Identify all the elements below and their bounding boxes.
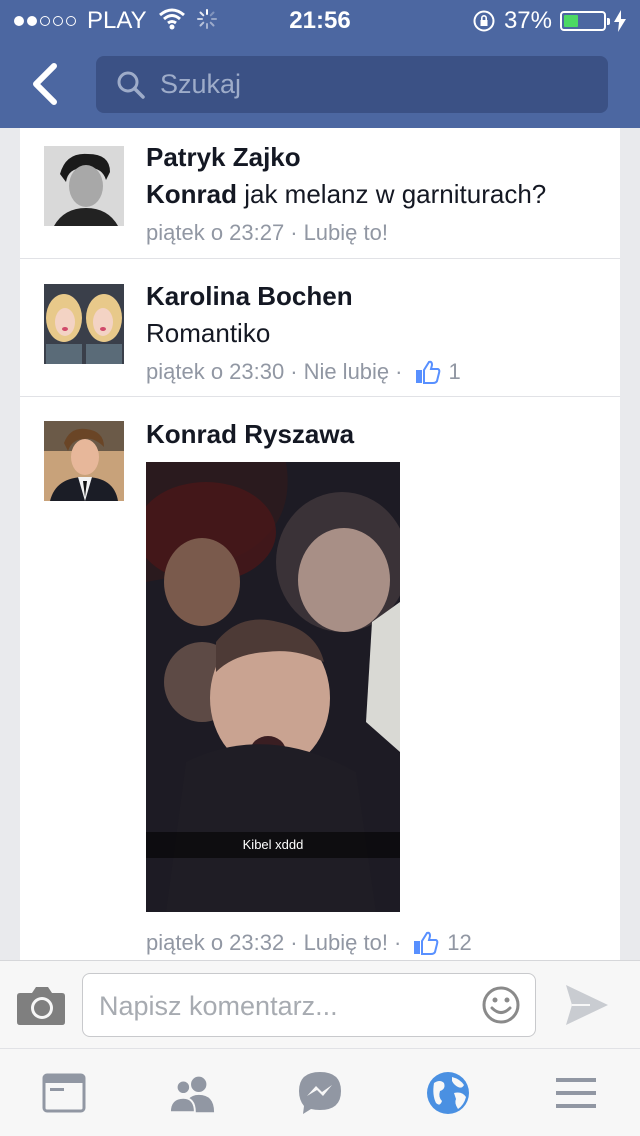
- charging-bolt-icon: [614, 10, 626, 32]
- status-bar: PLAY 21:56 37%: [0, 0, 640, 40]
- comment-time[interactable]: piątek o 23:30: [146, 359, 284, 385]
- tab-friend-requests[interactable]: [168, 1069, 216, 1117]
- comments-area: Patryk Zajko Konrad jak melanz w garnitu…: [0, 128, 640, 960]
- comment-time[interactable]: piątek o 23:32: [146, 930, 284, 956]
- comment-input[interactable]: [99, 986, 469, 1026]
- search-icon: [117, 71, 145, 99]
- comment-item: Konrad Ryszawa Kibel xddd piątek o 23:32…: [20, 397, 620, 960]
- back-arrow-icon[interactable]: [28, 62, 68, 106]
- tab-messenger[interactable]: [296, 1069, 344, 1117]
- comment-item: Karolina Bochen Romantiko piątek o 23:30…: [20, 259, 620, 397]
- separator-dot: ·: [290, 930, 298, 955]
- separator-dot: ·: [290, 220, 298, 245]
- comment-text: Romantiko: [146, 318, 271, 348]
- comment-meta: piątek o 23:32 · Lubię to! · 12: [146, 930, 472, 956]
- comments-list: Patryk Zajko Konrad jak melanz w garnitu…: [20, 128, 620, 960]
- search-input[interactable]: [160, 64, 580, 104]
- globe-icon: [427, 1072, 469, 1114]
- messenger-icon: [299, 1072, 341, 1114]
- comment-author[interactable]: Karolina Bochen: [146, 281, 461, 312]
- separator-dot: ·: [395, 359, 403, 384]
- thumbs-up-icon: [414, 931, 439, 955]
- comment-mention[interactable]: Konrad: [146, 179, 237, 209]
- header: PLAY 21:56 37% Szukaj: [0, 0, 640, 128]
- tab-news-feed[interactable]: [40, 1069, 88, 1117]
- comment-meta: piątek o 23:30 · Nie lubię · 1: [146, 359, 461, 385]
- comment-photo[interactable]: Kibel xddd: [136, 462, 408, 912]
- search-bar[interactable]: [96, 56, 608, 113]
- news-feed-icon: [42, 1073, 86, 1113]
- like-count[interactable]: 12: [413, 930, 472, 956]
- comment-item: Patryk Zajko Konrad jak melanz w garnitu…: [20, 128, 620, 259]
- menu-icon: [556, 1078, 596, 1108]
- sticker-smiley-icon[interactable]: [481, 985, 521, 1025]
- friends-icon: [168, 1076, 215, 1113]
- like-count[interactable]: 1: [415, 359, 461, 385]
- separator-dot: ·: [290, 359, 298, 384]
- comment-meta: piątek o 23:27 · Lubię to!: [146, 220, 546, 246]
- comment-time[interactable]: piątek o 23:27: [146, 220, 284, 246]
- comment-text: Konrad jak melanz w garniturach?: [146, 179, 547, 209]
- like-button[interactable]: Lubię to!: [304, 930, 388, 956]
- rotation-lock-icon: [473, 10, 495, 32]
- comment-author[interactable]: Konrad Ryszawa: [146, 419, 472, 450]
- avatar[interactable]: [44, 284, 124, 364]
- send-icon[interactable]: [564, 983, 610, 1027]
- battery-icon: [560, 11, 610, 31]
- tab-notifications[interactable]: [424, 1069, 472, 1117]
- comment-input-box[interactable]: [82, 973, 536, 1037]
- photo-caption: Kibel xddd: [146, 832, 400, 858]
- unlike-button[interactable]: Nie lubię: [304, 359, 390, 385]
- avatar[interactable]: [44, 146, 124, 226]
- camera-icon[interactable]: [16, 985, 66, 1025]
- comment-author[interactable]: Patryk Zajko: [146, 142, 546, 173]
- thumbs-up-icon: [415, 360, 440, 384]
- separator-dot: ·: [393, 930, 402, 955]
- tab-more-menu[interactable]: [552, 1069, 600, 1117]
- like-button[interactable]: Lubię to!: [304, 220, 388, 246]
- battery-percent: 37%: [503, 7, 552, 34]
- avatar[interactable]: [44, 421, 124, 501]
- comment-compose-bar: [0, 960, 640, 1048]
- tab-bar: [0, 1048, 640, 1136]
